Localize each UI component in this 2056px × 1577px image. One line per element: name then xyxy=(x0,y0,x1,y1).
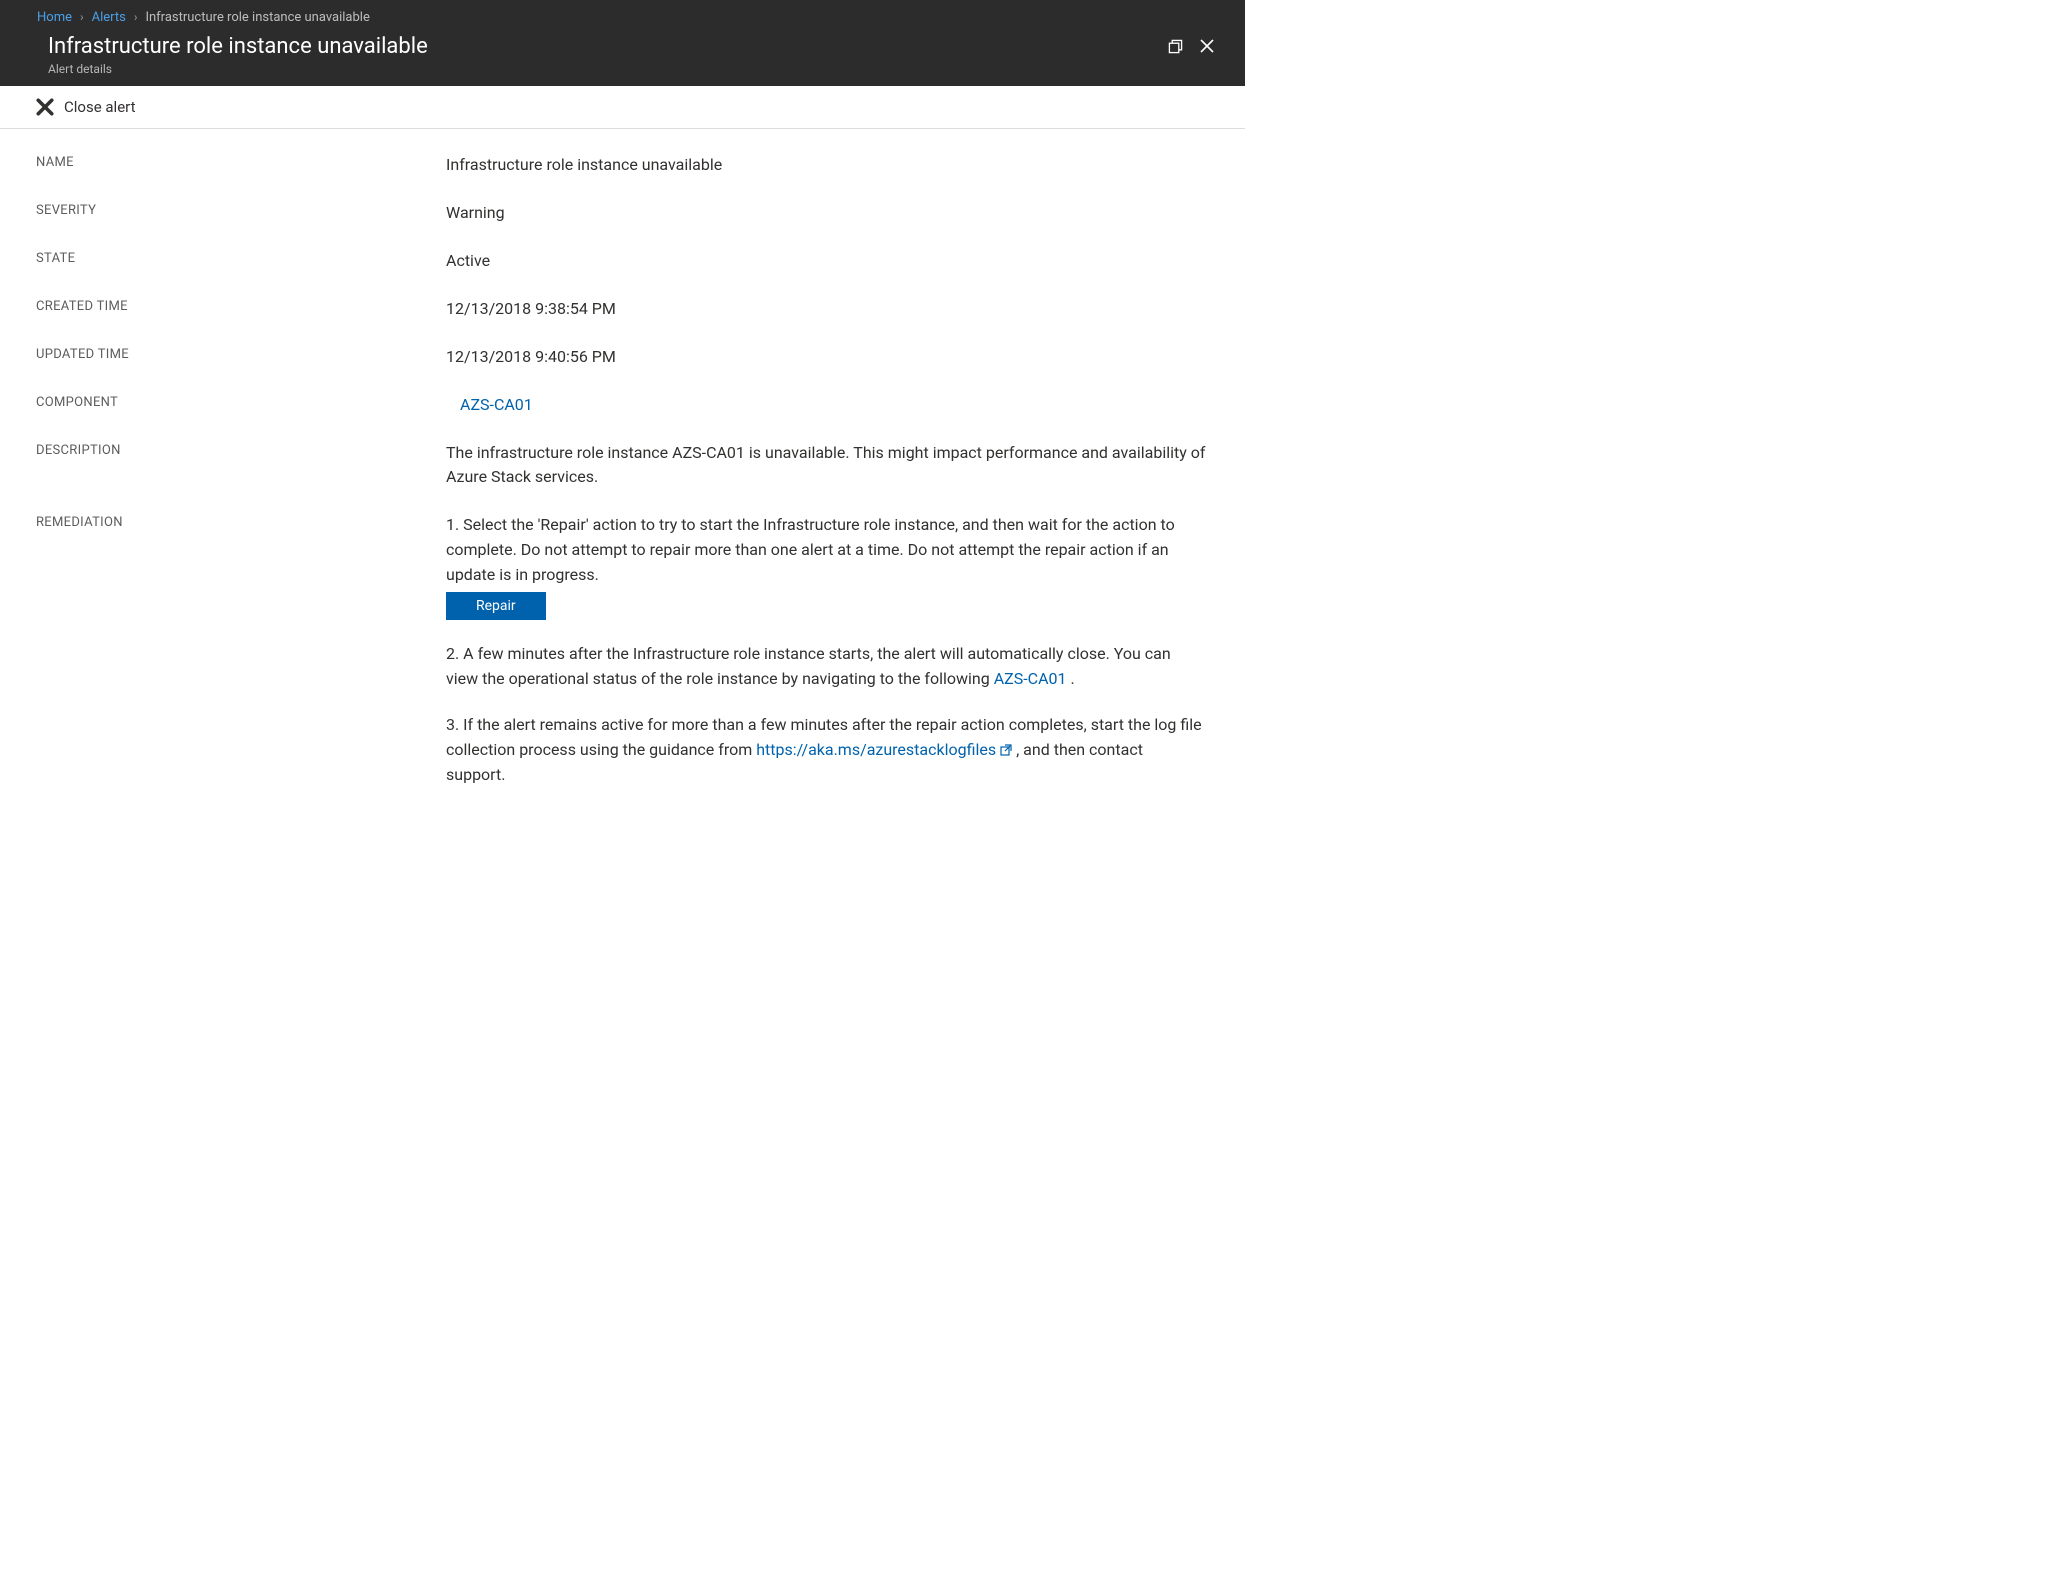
label-remediation: REMEDIATION xyxy=(36,513,446,530)
component-link[interactable]: AZS-CA01 xyxy=(460,395,533,414)
remediation-step1: 1. Select the 'Repair' action to try to … xyxy=(446,513,1206,587)
label-severity: SEVERITY xyxy=(36,201,446,218)
repair-button[interactable]: Repair xyxy=(446,592,546,620)
label-updated-time: UPDATED TIME xyxy=(36,345,446,362)
value-name: Infrastructure role instance unavailable xyxy=(446,153,722,177)
value-state: Active xyxy=(446,249,490,273)
value-updated-time: 12/13/2018 9:40:56 PM xyxy=(446,345,616,369)
log-files-link[interactable]: https://aka.ms/azurestacklogfiles xyxy=(756,740,996,759)
breadcrumb-home[interactable]: Home xyxy=(37,10,72,25)
chevron-right-icon: › xyxy=(134,10,138,24)
close-alert-label: Close alert xyxy=(64,98,136,116)
page-subtitle: Alert details xyxy=(48,62,428,76)
label-description: DESCRIPTION xyxy=(36,441,446,458)
label-state: STATE xyxy=(36,249,446,266)
label-created-time: CREATED TIME xyxy=(36,297,446,314)
page-title: Infrastructure role instance unavailable xyxy=(48,34,428,60)
remediation-step3: 3. If the alert remains active for more … xyxy=(446,713,1206,787)
close-icon[interactable] xyxy=(1199,38,1215,54)
close-bold-icon xyxy=(36,98,54,116)
value-component: AZS-CA01 xyxy=(446,393,533,417)
breadcrumb-current: Infrastructure role instance unavailable xyxy=(145,10,369,25)
chevron-right-icon: › xyxy=(80,10,84,24)
restore-window-icon[interactable] xyxy=(1168,39,1183,54)
external-link-icon xyxy=(1000,739,1012,764)
close-alert-button[interactable]: Close alert xyxy=(36,98,136,116)
value-description: The infrastructure role instance AZS-CA0… xyxy=(446,441,1206,489)
label-component: COMPONENT xyxy=(36,393,446,410)
role-instance-link[interactable]: AZS-CA01 xyxy=(994,669,1067,688)
breadcrumb: Home › Alerts › Infrastructure role inst… xyxy=(12,0,1233,28)
value-remediation: 1. Select the 'Repair' action to try to … xyxy=(446,513,1206,787)
label-name: NAME xyxy=(36,153,446,170)
value-created-time: 12/13/2018 9:38:54 PM xyxy=(446,297,616,321)
value-severity: Warning xyxy=(446,201,505,225)
remediation-step2: 2. A few minutes after the Infrastructur… xyxy=(446,642,1206,692)
breadcrumb-alerts[interactable]: Alerts xyxy=(92,10,126,25)
toolbar: Close alert xyxy=(0,86,1245,129)
